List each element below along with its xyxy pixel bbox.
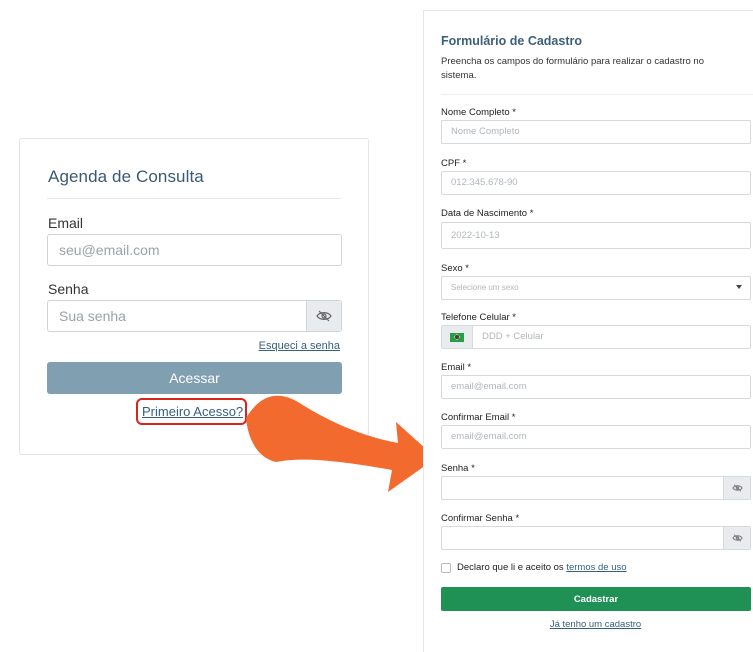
register-divider xyxy=(441,94,753,95)
password-label-register: Senha * xyxy=(441,463,475,474)
confirm-password-toggle-button[interactable] xyxy=(723,527,750,549)
terms-checkbox[interactable] xyxy=(441,563,451,573)
terms-label: Declaro que li e aceito os termos de uso xyxy=(457,562,627,573)
login-divider xyxy=(47,198,341,199)
birth-date-label: Data de Nascimento * xyxy=(441,208,534,219)
confirm-email-label: Confirmar Email * xyxy=(441,412,516,423)
password-placeholder: Sua senha xyxy=(59,308,126,324)
login-title: Agenda de Consulta xyxy=(48,167,204,186)
eye-slash-icon xyxy=(731,484,743,492)
access-button[interactable]: Acessar xyxy=(47,362,342,394)
eye-slash-icon xyxy=(316,310,332,322)
email-label-register: Email * xyxy=(441,362,472,373)
cpf-input[interactable]: 012.345.678-90 xyxy=(441,171,751,195)
country-selector-button[interactable] xyxy=(442,326,473,348)
first-access-link[interactable]: Primeiro Acesso? xyxy=(142,404,243,419)
email-input-register[interactable]: email@email.com xyxy=(441,375,751,399)
register-subtitle: Preencha os campos do formulário para re… xyxy=(441,56,704,81)
register-button[interactable]: Cadastrar xyxy=(441,587,751,611)
sex-select[interactable]: Selecione um sexo xyxy=(441,276,751,300)
phone-input[interactable]: DDD + Celular xyxy=(441,325,751,349)
confirm-password-label: Confirmar Senha * xyxy=(441,513,520,524)
login-card: Agenda de Consulta Email seu@email.com S… xyxy=(19,138,369,455)
confirm-email-input[interactable]: email@email.com xyxy=(441,425,751,449)
email-label: Email xyxy=(48,215,84,231)
register-title: Formulário de Cadastro xyxy=(441,34,582,48)
password-label: Senha xyxy=(48,281,89,297)
email-input[interactable]: seu@email.com xyxy=(47,234,342,266)
forgot-password-link[interactable]: Esqueci a senha xyxy=(259,340,340,352)
terms-link[interactable]: termos de uso xyxy=(566,562,626,573)
password-register-toggle-button[interactable] xyxy=(723,477,750,499)
password-input[interactable]: Sua senha xyxy=(47,300,342,332)
sex-label: Sexo * xyxy=(441,263,469,274)
cpf-label: CPF * xyxy=(441,158,467,169)
have-account-link[interactable]: Já tenho um cadastro xyxy=(424,619,753,630)
brazil-flag-icon xyxy=(450,332,464,342)
birth-date-input[interactable]: 2022-10-13 xyxy=(441,222,751,249)
sex-select-value: Selecione um sexo xyxy=(451,283,519,292)
password-input-register[interactable] xyxy=(441,476,751,500)
terms-text: Declaro que li e aceito os xyxy=(457,562,567,573)
phone-placeholder: DDD + Celular xyxy=(482,331,544,342)
confirm-password-input[interactable] xyxy=(441,526,751,550)
chevron-down-icon xyxy=(736,285,742,289)
name-input[interactable]: Nome Completo xyxy=(441,120,751,144)
eye-slash-icon xyxy=(731,534,743,542)
phone-label: Telefone Celular * xyxy=(441,312,516,323)
password-toggle-button[interactable] xyxy=(306,301,341,331)
register-card: Formulário de Cadastro Preencha os campo… xyxy=(423,10,753,652)
name-label: Nome Completo * xyxy=(441,107,516,118)
